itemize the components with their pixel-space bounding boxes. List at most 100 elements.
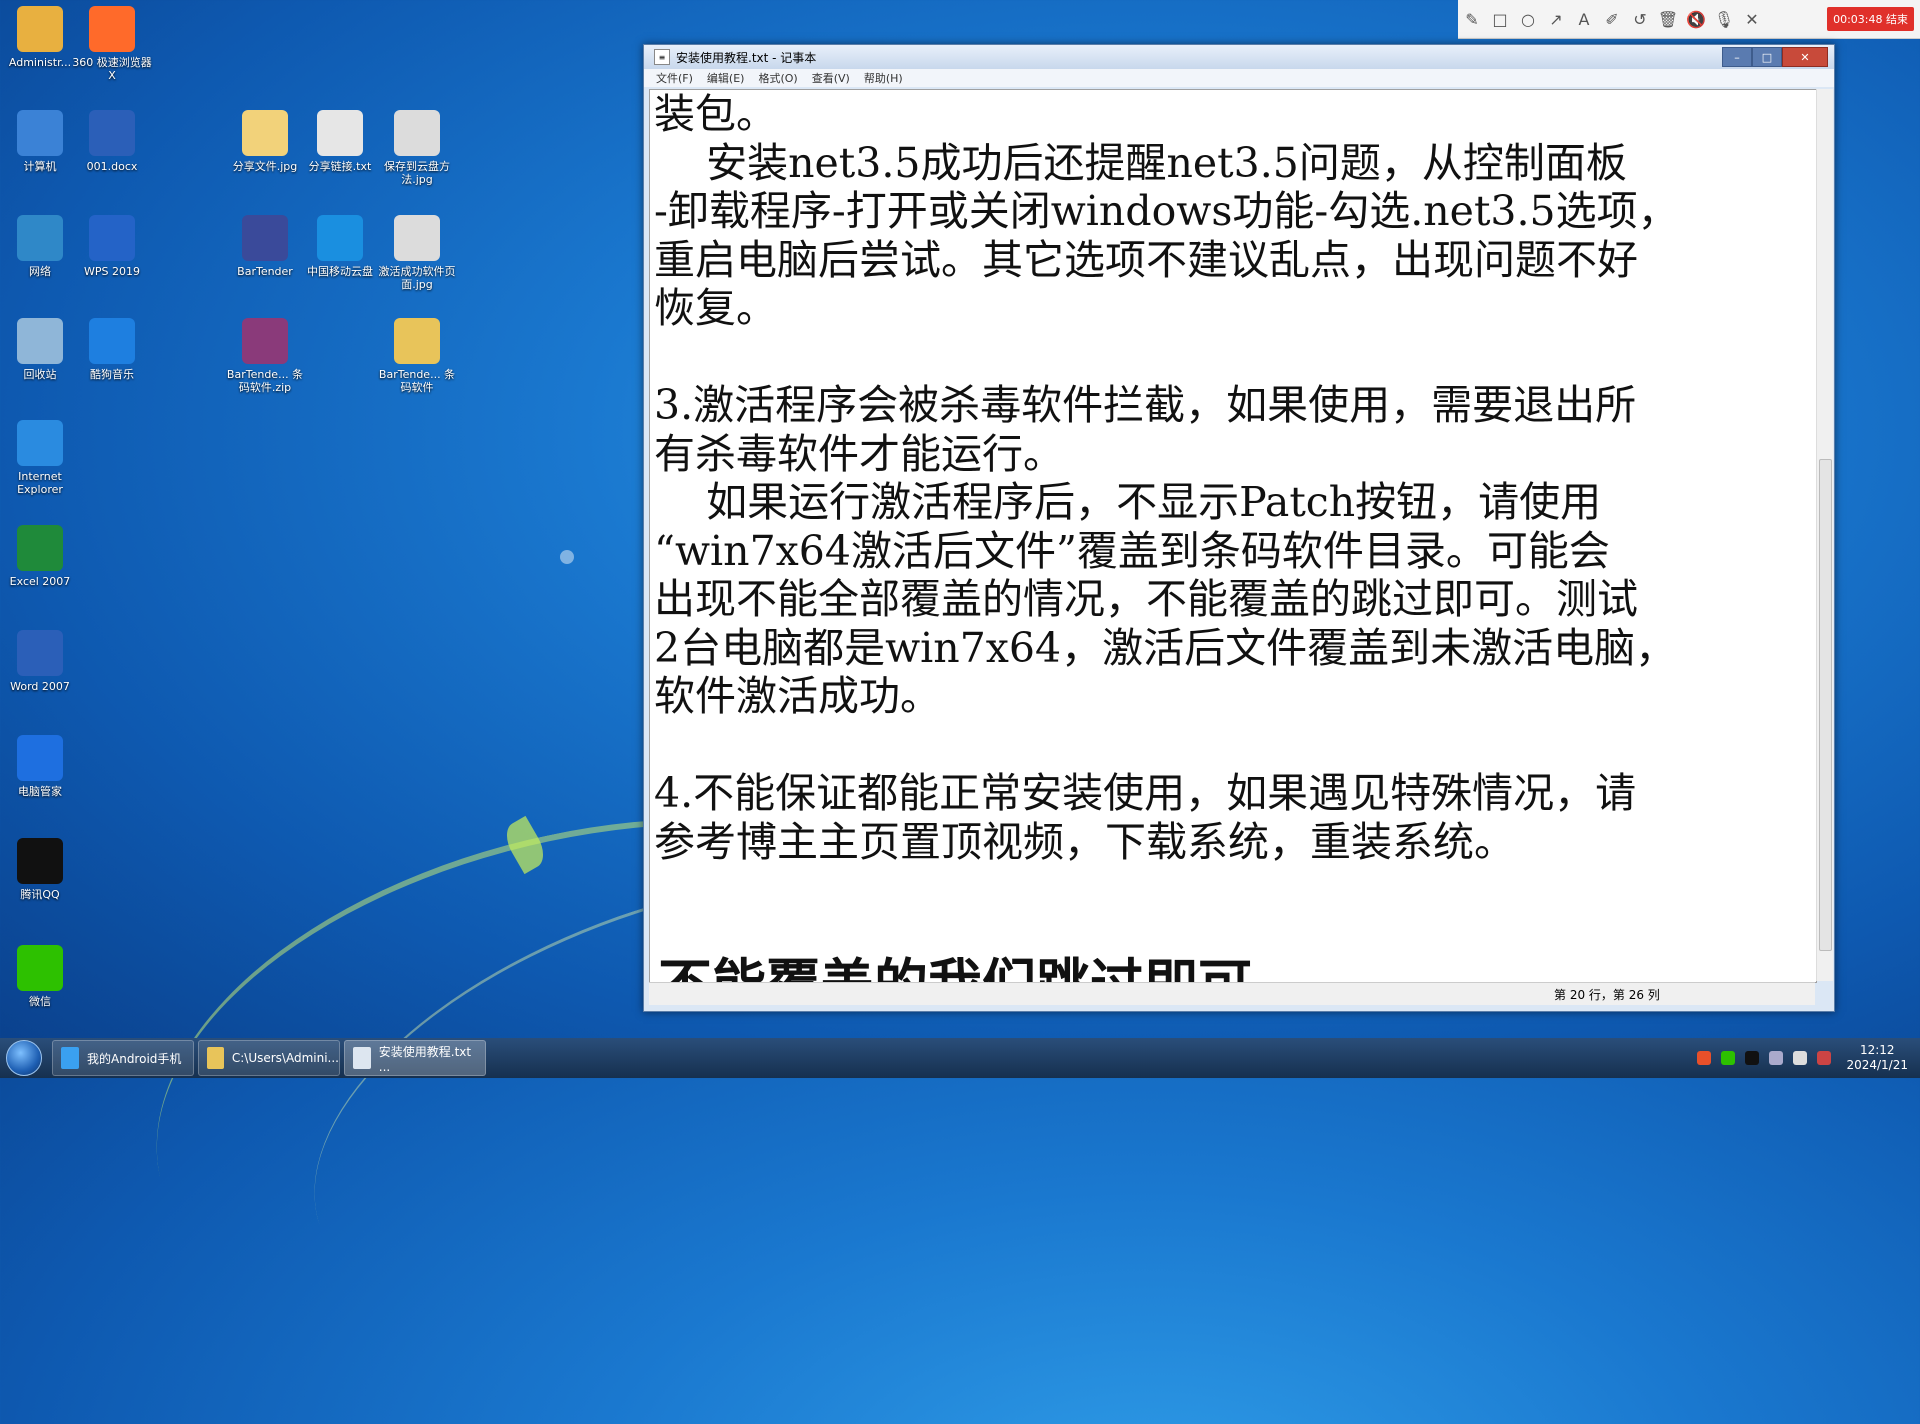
folder-icon xyxy=(207,1047,224,1069)
taskbar: 我的Android手机 C:\Users\Admini... 安装使用教程.tx… xyxy=(0,1038,1920,1078)
menu-help[interactable]: 帮助(H) xyxy=(864,70,903,86)
desktop-icon-label: 微信 xyxy=(29,995,51,1008)
text-line: 3.激活程序会被杀毒软件拦截，如果使用，需要退出所 xyxy=(654,381,1637,429)
document-text: 装包。 安装net3.5成功后还提醒net3.5问题，从控制面板 -卸载程序-打开… xyxy=(650,90,1816,866)
close-icon[interactable]: ✕ xyxy=(1738,5,1766,33)
start-button[interactable] xyxy=(0,1038,48,1078)
taskbar-item-label: 安装使用教程.txt ... xyxy=(378,1044,472,1074)
folder-icon xyxy=(17,6,63,52)
arrow-icon[interactable]: ↗ xyxy=(1542,5,1570,33)
desktop-icon-label: 激活成功软件页面.jpg xyxy=(378,265,456,291)
flag-icon[interactable] xyxy=(1817,1051,1832,1065)
image-file-icon xyxy=(394,215,440,261)
mic-off-icon[interactable]: 🎙 xyxy=(1710,5,1738,33)
desktop-icon-label: Internet Explorer xyxy=(17,470,63,496)
notepad-icon: ≡ xyxy=(654,49,670,65)
cursor-position: 第 20 行，第 26 列 xyxy=(1554,987,1660,1002)
taskbar-item-label: C:\Users\Admini... xyxy=(231,1051,339,1065)
desktop-icon[interactable]: 001.docx xyxy=(72,110,152,173)
desktop-icon[interactable]: 微信 xyxy=(0,945,80,1008)
highlighter-icon[interactable]: ✐ xyxy=(1598,5,1626,33)
archive-icon xyxy=(242,318,288,364)
maximize-button[interactable]: □ xyxy=(1752,47,1782,67)
vertical-scrollbar[interactable] xyxy=(1816,89,1833,981)
undo-icon[interactable]: ↺ xyxy=(1626,5,1654,33)
pc-manager-icon xyxy=(17,735,63,781)
taskbar-item-android[interactable]: 我的Android手机 xyxy=(52,1040,194,1076)
phone-icon xyxy=(61,1047,79,1069)
menu-format[interactable]: 格式(O) xyxy=(758,70,797,86)
desktop-icon[interactable]: 计算机 xyxy=(0,110,80,173)
desktop-icon-label: 计算机 xyxy=(23,160,57,173)
desktop-icon-label: Excel 2007 xyxy=(9,575,71,588)
trash-icon[interactable]: 🗑 xyxy=(1654,5,1682,33)
desktop-icon[interactable]: 酷狗音乐 xyxy=(72,318,152,381)
desktop-icon[interactable]: BarTende... 条码软件 xyxy=(377,318,457,394)
network-icon xyxy=(17,215,63,261)
desktop-icon-label: 网络 xyxy=(29,265,51,278)
taskbar-item-explorer[interactable]: C:\Users\Admini... xyxy=(198,1040,340,1076)
text-line: 恢复。 xyxy=(654,284,777,332)
desktop-icon[interactable]: WPS 2019 xyxy=(72,215,152,278)
menu-file[interactable]: 文件(F) xyxy=(656,70,693,86)
desktop-icon-label: 分享文件.jpg xyxy=(232,160,298,173)
circle-icon[interactable]: ○ xyxy=(1514,5,1542,33)
title-bar[interactable]: ≡ 安装使用教程.txt - 记事本 – □ ✕ xyxy=(644,45,1834,69)
desktop-icon[interactable]: 回收站 xyxy=(0,318,80,381)
desktop-icon-label: 001.docx xyxy=(86,160,138,173)
pencil-icon[interactable]: ✎ xyxy=(1458,5,1486,33)
desktop-icon[interactable]: 中国移动云盘 xyxy=(300,215,380,278)
desktop-icon[interactable]: 电脑管家 xyxy=(0,735,80,798)
text-line: 装包。 xyxy=(654,90,777,138)
desktop-icon[interactable]: 360 极速浏览器X xyxy=(72,6,152,82)
desktop-icon[interactable]: 腾讯QQ xyxy=(0,838,80,901)
wechat-tray-icon[interactable] xyxy=(1721,1051,1736,1065)
desktop-icon-label: 酷狗音乐 xyxy=(90,368,134,381)
text-line: “win7x64激活后文件”覆盖到条码软件目录。可能会 xyxy=(654,526,1610,575)
desktop-icon[interactable]: BarTende... 条码软件.zip xyxy=(225,318,305,394)
clock[interactable]: 12:12 2024/1/21 xyxy=(1846,1043,1908,1073)
network-tray-icon[interactable] xyxy=(1769,1051,1784,1065)
menu-view[interactable]: 查看(V) xyxy=(812,70,850,86)
text-editor[interactable]: 装包。 安装net3.5成功后还提醒net3.5问题，从控制面板 -卸载程序-打开… xyxy=(649,89,1817,983)
recycle-bin-icon xyxy=(17,318,63,364)
desktop-icon[interactable]: 分享文件.jpg xyxy=(225,110,305,173)
text-icon[interactable]: A xyxy=(1570,5,1598,33)
desktop-icon-label: 腾讯QQ xyxy=(20,888,60,901)
text-line: 重启电脑后尝试。其它选项不建议乱点，出现问题不好 xyxy=(654,235,1638,284)
desktop-icon[interactable]: BarTender xyxy=(225,215,305,278)
qq-tray-icon[interactable] xyxy=(1745,1051,1760,1065)
record-timer-button[interactable]: 00:03:48 结束 xyxy=(1827,7,1914,31)
text-file-icon xyxy=(317,110,363,156)
ie-icon xyxy=(17,420,63,466)
desktop-icon-label: 回收站 xyxy=(23,368,57,381)
scrollbar-thumb[interactable] xyxy=(1819,459,1832,951)
notepad-window: ≡ 安装使用教程.txt - 记事本 – □ ✕ 文件(F) 编辑(E) 格式(… xyxy=(643,44,1835,1012)
desktop-icon[interactable]: 保存到云盘方法.jpg xyxy=(377,110,457,186)
rectangle-icon[interactable]: □ xyxy=(1486,5,1514,33)
wallpaper-dot xyxy=(560,550,574,564)
desktop-icon[interactable]: Excel 2007 xyxy=(0,525,80,588)
mute-icon[interactable]: 🔇 xyxy=(1682,5,1710,33)
volume-icon[interactable] xyxy=(1793,1051,1808,1065)
desktop-icon-label: WPS 2019 xyxy=(84,265,140,278)
folder-icon xyxy=(394,318,440,364)
status-bar: 第 20 行，第 26 列 xyxy=(649,982,1815,1005)
taskbar-item-notepad[interactable]: 安装使用教程.txt ... xyxy=(344,1040,486,1076)
desktop-icon[interactable]: Internet Explorer xyxy=(0,420,80,496)
desktop-icon-label: 电脑管家 xyxy=(18,785,62,798)
close-button[interactable]: ✕ xyxy=(1782,47,1828,67)
menu-edit[interactable]: 编辑(E) xyxy=(707,70,745,86)
desktop-icon[interactable]: 分享链接.txt xyxy=(300,110,380,173)
windows-orb-icon xyxy=(6,1040,42,1076)
sogou-ime-icon[interactable] xyxy=(1697,1051,1712,1065)
desktop-icon-label: Administr... xyxy=(8,56,72,69)
notepad-icon xyxy=(353,1047,371,1069)
minimize-button[interactable]: – xyxy=(1722,47,1752,67)
desktop-icon[interactable]: Administr... xyxy=(0,6,80,69)
desktop-icon[interactable]: Word 2007 xyxy=(0,630,80,693)
desktop-icon[interactable]: 激活成功软件页面.jpg xyxy=(377,215,457,291)
desktop-icon[interactable]: 网络 xyxy=(0,215,80,278)
word-icon xyxy=(17,630,63,676)
recorder-toolbar: ✎ □ ○ ↗ A ✐ ↺ 🗑 🔇 🎙 ✕ 00:03:48 结束 xyxy=(1458,0,1920,39)
